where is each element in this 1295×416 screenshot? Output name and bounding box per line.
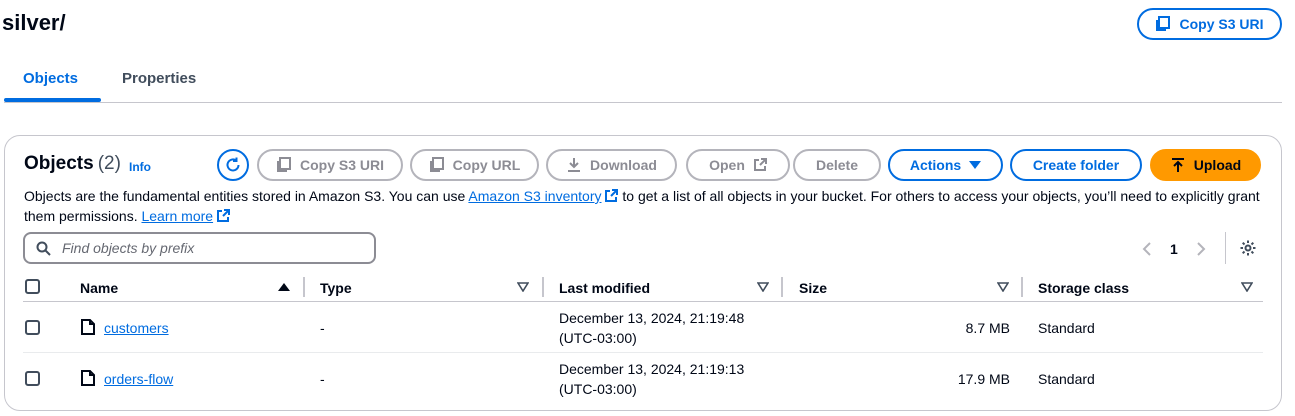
table-row[interactable]: orders-flow - December 13, 2024, 21:19:1… <box>23 353 1263 404</box>
column-header-storage-class[interactable]: Storage class <box>1038 280 1129 296</box>
create-folder-button[interactable]: Create folder <box>1010 149 1142 181</box>
sort-icon[interactable] <box>517 282 529 292</box>
object-last-modified: December 13, 2024, 21:19:13 <box>559 361 745 377</box>
open-button[interactable]: Open <box>686 149 790 181</box>
refresh-button[interactable] <box>217 149 249 181</box>
copy-s3-uri-toolbar-button[interactable]: Copy S3 URI <box>257 149 403 181</box>
objects-table: Name Type Last modified Size Storage cla… <box>23 274 1263 404</box>
objects-panel: Objects (2) Info Copy S3 URI Copy URL Dow… <box>4 135 1282 411</box>
pagination-divider <box>1225 232 1226 264</box>
search-box <box>23 232 376 264</box>
learn-more-link[interactable]: Learn more <box>141 208 213 224</box>
column-header-type[interactable]: Type <box>320 280 352 296</box>
object-size: 8.7 MB <box>965 320 1010 336</box>
open-label: Open <box>709 157 745 173</box>
tab-bar: Objects Properties <box>4 62 1282 103</box>
objects-count: (2) <box>97 153 121 174</box>
tab-objects[interactable]: Objects <box>23 70 78 87</box>
external-link-icon <box>753 158 767 171</box>
external-link-icon <box>217 209 231 222</box>
copy-icon <box>1156 16 1171 31</box>
row-checkbox[interactable] <box>25 320 40 335</box>
object-name-link[interactable]: orders-flow <box>104 371 173 387</box>
row-checkbox[interactable] <box>25 371 40 386</box>
object-last-modified-timezone: (UTC-03:00) <box>559 381 637 397</box>
sort-icon[interactable] <box>757 282 769 292</box>
download-button[interactable]: Download <box>546 149 677 181</box>
column-divider[interactable] <box>542 277 544 297</box>
current-page[interactable]: 1 <box>1170 241 1178 257</box>
copy-s3-uri-label: Copy S3 URI <box>1179 16 1264 32</box>
table-row[interactable]: customers - December 13, 2024, 21:19:48 … <box>23 302 1263 353</box>
file-icon <box>81 319 95 335</box>
pagination: 1 <box>1142 237 1206 261</box>
object-type: - <box>320 371 325 387</box>
object-storage-class: Standard <box>1038 320 1095 336</box>
column-header-size[interactable]: Size <box>799 280 827 296</box>
delete-label: Delete <box>815 157 859 173</box>
object-name-link[interactable]: customers <box>104 320 169 336</box>
sort-icon[interactable] <box>997 282 1009 292</box>
column-divider[interactable] <box>303 277 305 297</box>
create-folder-label: Create folder <box>1032 157 1120 173</box>
info-link[interactable]: Info <box>129 160 151 174</box>
refresh-icon <box>226 157 240 172</box>
inventory-link[interactable]: Amazon S3 inventory <box>468 188 601 204</box>
search-icon <box>36 241 51 256</box>
caret-down-icon <box>969 161 982 169</box>
object-type: - <box>320 320 325 336</box>
sort-icon[interactable] <box>1241 282 1253 292</box>
search-input[interactable] <box>60 239 360 257</box>
actions-label: Actions <box>909 157 962 173</box>
download-icon <box>568 158 581 172</box>
copy-url-label: Copy URL <box>452 157 521 173</box>
chevron-right-icon[interactable] <box>1196 242 1206 256</box>
column-divider[interactable] <box>1021 277 1023 297</box>
objects-heading: Objects (2) <box>24 153 121 175</box>
object-last-modified: December 13, 2024, 21:19:48 <box>559 310 745 326</box>
object-storage-class: Standard <box>1038 371 1095 387</box>
table-header: Name Type Last modified Size Storage cla… <box>23 274 1263 302</box>
copy-icon <box>429 157 444 172</box>
chevron-left-icon[interactable] <box>1142 242 1152 256</box>
objects-description: Objects are the fundamental entities sto… <box>24 186 1264 226</box>
gear-icon[interactable] <box>1239 239 1257 257</box>
tab-properties[interactable]: Properties <box>122 70 196 87</box>
column-header-name[interactable]: Name <box>80 280 118 296</box>
page-title: silver/ <box>2 10 66 35</box>
file-icon <box>81 370 95 386</box>
external-link-icon <box>605 189 619 202</box>
objects-title: Objects <box>24 153 94 174</box>
download-label: Download <box>590 157 657 173</box>
copy-s3-uri-toolbar-label: Copy S3 URI <box>299 157 384 173</box>
column-divider[interactable] <box>781 277 783 297</box>
copy-url-button[interactable]: Copy URL <box>410 149 539 181</box>
copy-icon <box>276 157 291 172</box>
column-header-last-modified[interactable]: Last modified <box>559 280 650 296</box>
delete-button[interactable]: Delete <box>793 149 881 181</box>
actions-dropdown[interactable]: Actions <box>888 149 1003 181</box>
sort-ascending-icon[interactable] <box>278 282 290 292</box>
description-text-1: Objects are the fundamental entities sto… <box>24 188 469 204</box>
select-all-checkbox[interactable] <box>25 279 40 294</box>
active-tab-indicator <box>4 98 101 102</box>
object-size: 17.9 MB <box>957 371 1010 387</box>
upload-label: Upload <box>1193 157 1242 173</box>
upload-icon <box>1171 158 1184 172</box>
object-last-modified-timezone: (UTC-03:00) <box>559 330 637 346</box>
copy-s3-uri-button[interactable]: Copy S3 URI <box>1137 8 1282 40</box>
upload-button[interactable]: Upload <box>1150 149 1261 181</box>
